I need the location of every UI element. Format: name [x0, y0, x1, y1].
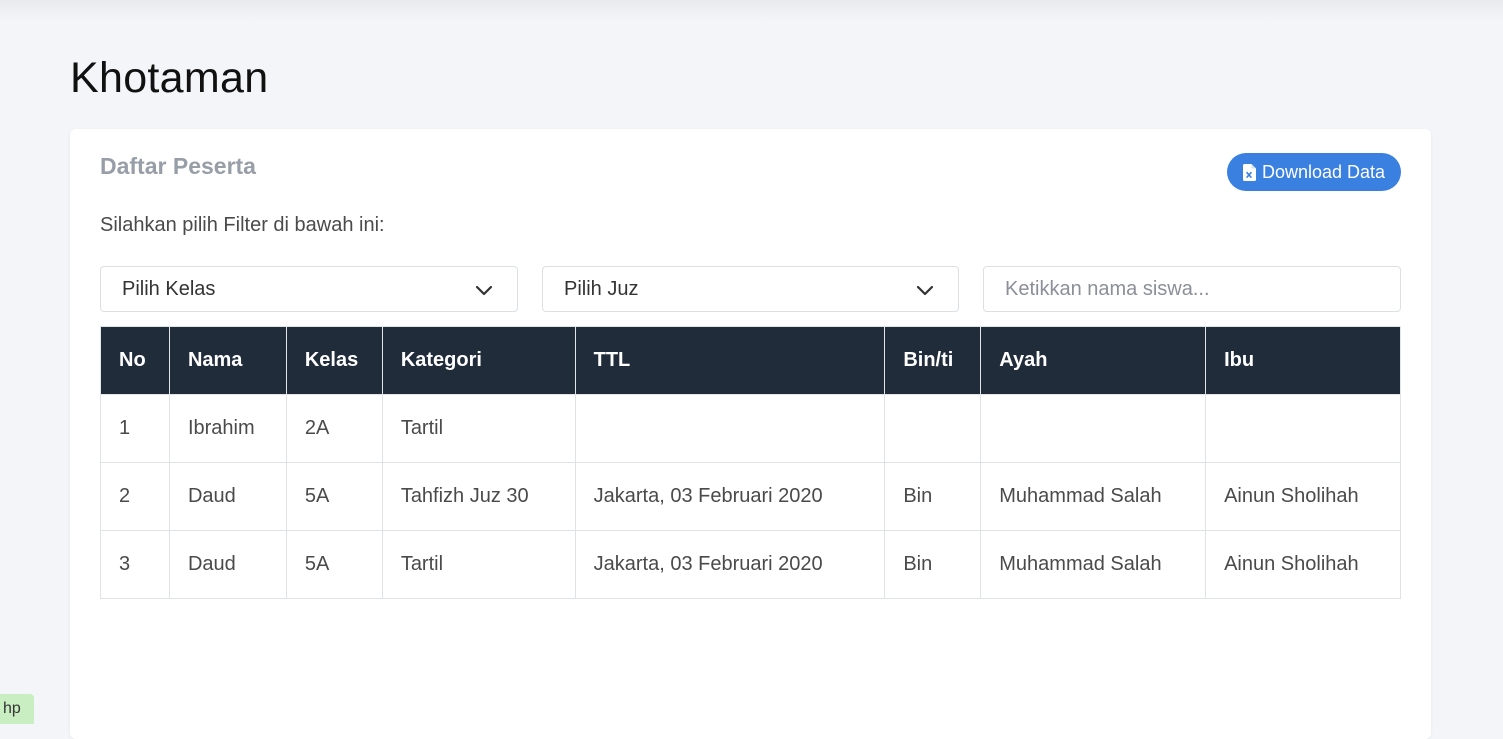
cell-kategori: Tartil [381, 530, 576, 599]
cell-kategori: Tahfizh Juz 30 [381, 462, 576, 531]
chevron-down-icon [475, 285, 493, 296]
cell-nama: Daud [168, 462, 287, 531]
corner-tag[interactable]: hp [0, 694, 34, 724]
file-excel-icon [1242, 163, 1256, 181]
cell-binti: Bin [884, 462, 982, 531]
cell-ttl: Jakarta, 03 Februari 2020 [574, 530, 886, 599]
kelas-select-value: Pilih Kelas [122, 277, 216, 300]
cell-binti: Bin [884, 530, 982, 599]
cell-ibu: Ainun Sholihah [1205, 530, 1401, 599]
header-kategori[interactable]: Kategori [381, 326, 576, 395]
cell-ibu: Ainun Sholihah [1205, 462, 1401, 531]
cell-no: 1 [100, 394, 170, 463]
cell-no: 2 [100, 462, 170, 531]
cell-ttl: Jakarta, 03 Februari 2020 [574, 462, 886, 531]
student-search-input[interactable]: Ketikkan nama siswa... [983, 266, 1401, 312]
table-header-row: No Nama Kelas Kategori TTL Bin/ti Ayah I… [100, 326, 1401, 395]
table-row: 3 Daud 5A Tartil Jakarta, 03 Februari 20… [100, 530, 1401, 599]
cell-kelas: 5A [285, 530, 383, 599]
cell-no: 3 [100, 530, 170, 599]
card-title: Daftar Peserta [100, 153, 256, 179]
download-data-label: Download Data [1261, 161, 1386, 182]
cell-kategori: Tartil [381, 394, 576, 463]
filter-instruction: Silahkan pilih Filter di bawah ini: [100, 214, 385, 236]
page-title: Khotaman [70, 54, 269, 102]
cell-nama: Daud [168, 530, 287, 599]
cell-ibu [1205, 394, 1401, 463]
download-data-button[interactable]: Download Data [1227, 153, 1401, 191]
participants-card: Daftar Peserta Download Data Silahkan pi… [70, 129, 1431, 739]
cell-kelas: 2A [285, 394, 383, 463]
cell-binti [884, 394, 982, 463]
cell-ayah: Muhammad Salah [980, 462, 1207, 531]
cell-ayah [980, 394, 1207, 463]
top-shadow [0, 0, 1503, 22]
participants-table: No Nama Kelas Kategori TTL Bin/ti Ayah I… [100, 326, 1401, 599]
kelas-select[interactable]: Pilih Kelas [100, 266, 518, 312]
header-ayah[interactable]: Ayah [980, 326, 1207, 395]
header-kelas[interactable]: Kelas [285, 326, 383, 395]
header-no[interactable]: No [100, 326, 170, 395]
header-nama[interactable]: Nama [168, 326, 287, 395]
header-ttl[interactable]: TTL [574, 326, 886, 395]
header-ibu[interactable]: Ibu [1205, 326, 1401, 395]
cell-ayah: Muhammad Salah [980, 530, 1207, 599]
juz-select-value: Pilih Juz [564, 277, 639, 300]
cell-kelas: 5A [285, 462, 383, 531]
search-placeholder: Ketikkan nama siswa... [1005, 277, 1210, 300]
table-row: 1 Ibrahim 2A Tartil [100, 394, 1401, 463]
chevron-down-icon [916, 285, 934, 296]
juz-select[interactable]: Pilih Juz [542, 266, 959, 312]
header-binti[interactable]: Bin/ti [884, 326, 982, 395]
cell-nama: Ibrahim [168, 394, 287, 463]
cell-ttl [574, 394, 886, 463]
table-row: 2 Daud 5A Tahfizh Juz 30 Jakarta, 03 Feb… [100, 462, 1401, 531]
